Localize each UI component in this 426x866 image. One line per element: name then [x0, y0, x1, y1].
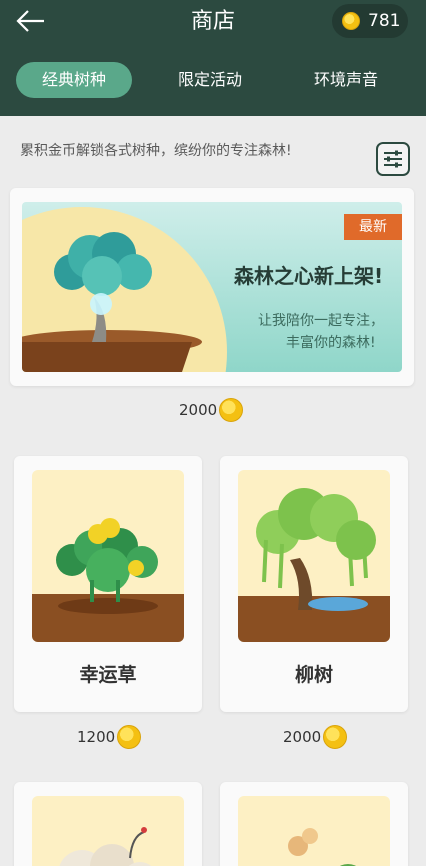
crane-clouds-icon — [59, 827, 152, 866]
item-name: 柳树 — [294, 664, 333, 686]
item-card-willow[interactable]: 柳树 — [220, 456, 408, 712]
coin-icon — [342, 12, 360, 30]
clover-icon — [32, 518, 184, 642]
item-name: 幸运草 — [79, 664, 137, 686]
price-value: 2000 — [179, 401, 218, 419]
item-card-flower[interactable] — [220, 782, 408, 866]
filter-button[interactable] — [376, 142, 410, 176]
banner-headline: 森林之心新上架! — [234, 264, 384, 288]
tab-label: 经典树种 — [41, 70, 106, 89]
tab-label: 限定活动 — [177, 70, 242, 89]
item-art — [238, 470, 390, 642]
price-value: 1200 — [77, 728, 116, 746]
item-price: 2000 — [283, 725, 347, 749]
coin-balance-value: 781 — [368, 11, 401, 31]
tab-label: 环境声音 — [313, 70, 378, 89]
flower-plant-icon — [288, 828, 357, 866]
item-price: 1200 — [77, 725, 141, 749]
tab-classic-trees[interactable]: 经典树种 — [16, 62, 132, 98]
item-art — [238, 796, 390, 866]
tab-ambient-sounds[interactable]: 环境声音 — [290, 62, 402, 98]
banner-price: 2000 — [179, 398, 243, 422]
item-art — [32, 470, 184, 642]
banner-caption-line: 丰富你的森林! — [286, 335, 376, 351]
item-card-crane[interactable] — [14, 782, 202, 866]
intro-text: 累积金币解锁各式树种，缤纷你的专注森林! — [20, 143, 292, 159]
item-card-clover[interactable]: 幸运草 — [14, 456, 202, 712]
featured-banner[interactable]: 最新 森林之心新上架! 让我陪你一起专注， 丰富你的森林! — [22, 202, 402, 372]
coin-icon — [117, 725, 141, 749]
item-art — [32, 796, 184, 866]
tab-limited-events[interactable]: 限定活动 — [154, 62, 266, 98]
coin-icon — [219, 398, 243, 422]
coin-icon — [323, 725, 347, 749]
coin-balance: 781 — [332, 4, 408, 38]
top-bar: 商店 781 经典树种 限定活动 环境声音 — [0, 0, 426, 116]
banner-caption-line: 让我陪你一起专注， — [258, 313, 384, 329]
willow-tree-icon — [238, 488, 390, 642]
price-value: 2000 — [283, 728, 322, 746]
filter-sliders-icon — [384, 150, 402, 168]
new-badge: 最新 — [344, 214, 402, 240]
